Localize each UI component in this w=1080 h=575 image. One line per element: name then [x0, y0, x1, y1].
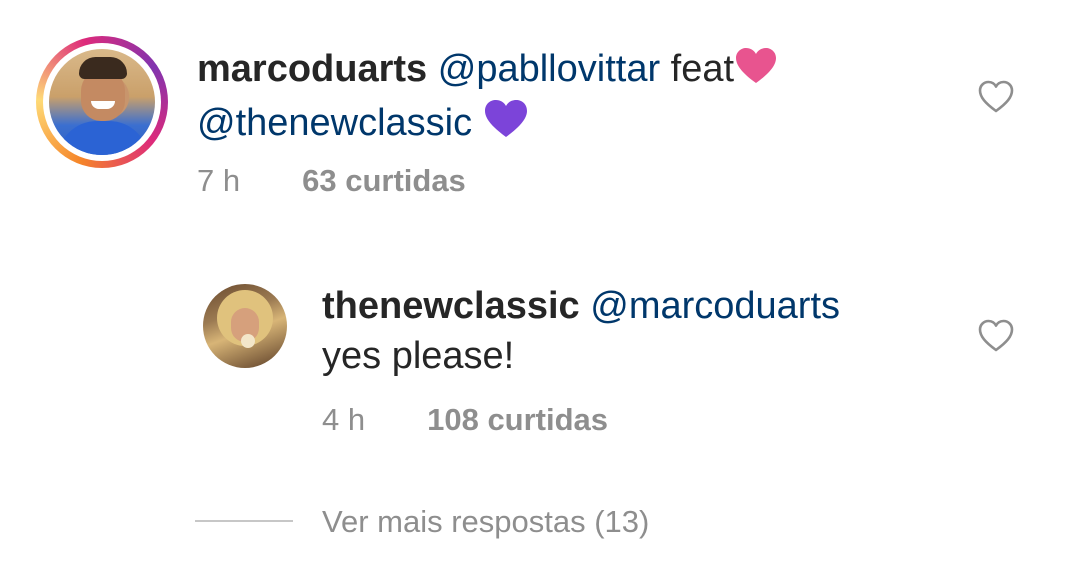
comment-username[interactable]: marcoduarts — [197, 48, 427, 90]
avatar-ring-gap — [43, 43, 161, 161]
comment-like-heart-icon[interactable] — [978, 80, 1014, 114]
replies-divider — [195, 520, 293, 522]
comment-timestamp: 7 h — [197, 163, 241, 198]
comment-likes-count[interactable]: 63 curtidas — [302, 163, 466, 198]
avatar-thenewclassic[interactable] — [203, 284, 287, 368]
reply-timestamp: 4 h — [322, 402, 366, 437]
purple-heart-emoji-icon — [483, 99, 529, 152]
comment-meta: 7 h 63 curtidas — [197, 163, 466, 199]
comment-text-feat: feat — [660, 48, 735, 90]
comment-mention-pabllovittar[interactable]: @pabllovittar — [438, 48, 660, 90]
comment-body: marcoduarts @pabllovittar feat @thenewcl… — [197, 44, 937, 152]
story-ring[interactable] — [36, 36, 168, 168]
avatar-shirt — [57, 121, 149, 155]
reply-likes-count[interactable]: 108 curtidas — [427, 402, 608, 437]
reply-meta: 4 h 108 curtidas — [322, 402, 608, 438]
avatar-marcoduarts[interactable] — [49, 49, 155, 155]
reply-mention-marcoduarts[interactable]: @marcoduarts — [590, 285, 840, 327]
reply-body: thenewclassic @marcoduarts yes please! — [322, 281, 962, 381]
comment-mention-thenewclassic[interactable]: @thenewclassic — [197, 102, 472, 144]
reply-like-heart-icon[interactable] — [978, 319, 1014, 353]
pink-heart-emoji-icon — [734, 47, 778, 98]
reply-username[interactable]: thenewclassic — [322, 285, 580, 327]
avatar-hair — [79, 57, 127, 79]
avatar-hand — [241, 334, 255, 348]
view-more-replies-link[interactable]: Ver mais respostas (13) — [322, 504, 649, 540]
reply-text: yes please! — [322, 335, 515, 377]
